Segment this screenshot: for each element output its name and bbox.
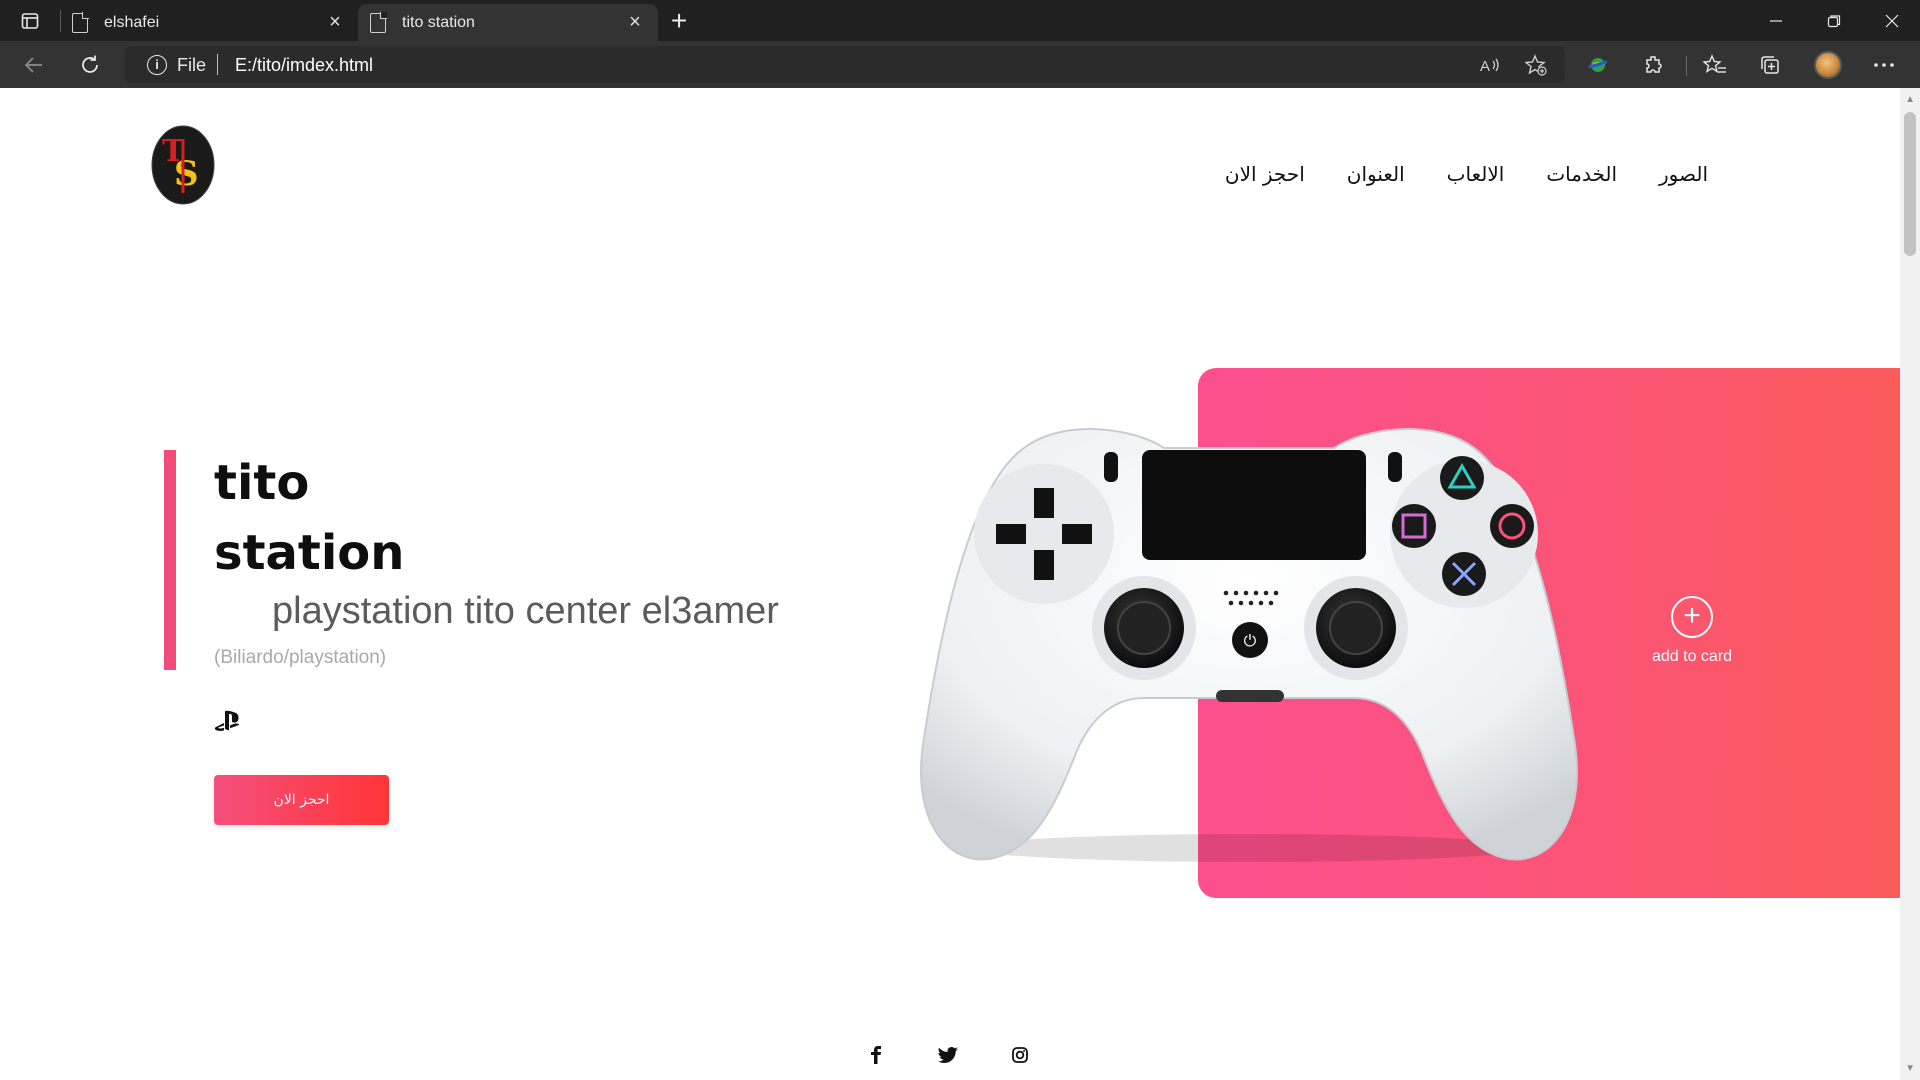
new-tab-button[interactable]: + (664, 6, 694, 36)
add-to-card-button[interactable]: + add to card (1652, 596, 1732, 666)
hero-title-line1: tito (214, 455, 310, 511)
svg-text:A: A (1480, 58, 1490, 75)
nav-services[interactable]: الخدمات (1546, 162, 1617, 186)
site-logo[interactable]: T S (151, 125, 215, 205)
add-to-card-label: add to card (1652, 648, 1733, 665)
nav-games[interactable]: الالعاب (1447, 162, 1505, 186)
nav-book-now[interactable]: احجز الان (1225, 162, 1305, 186)
page-icon (72, 11, 89, 33)
address-toolbar: i File E:/tito/imdex.html A (0, 41, 1920, 88)
social-links (864, 1043, 1032, 1067)
tab-tito-station[interactable]: tito station × (358, 4, 658, 41)
browser-tab-bar: elshafei × tito station × + (0, 0, 1920, 41)
back-button[interactable] (18, 49, 50, 81)
refresh-button[interactable] (74, 49, 106, 81)
playstation-icon (214, 710, 240, 732)
add-favorite-icon[interactable] (1523, 52, 1549, 78)
favorites-icon[interactable] (1699, 49, 1731, 81)
address-bar[interactable]: i File E:/tito/imdex.html A (125, 46, 1565, 83)
close-icon[interactable]: × (624, 11, 646, 34)
hero-title: tito station (214, 448, 474, 588)
tab-title: tito station (402, 13, 475, 31)
scroll-down-arrow[interactable]: ▼ (1905, 1063, 1915, 1074)
address-separator (217, 54, 218, 75)
main-nav: احجز الان العنوان الالعاب الخدمات الصور (1225, 162, 1708, 186)
restore-button[interactable] (1806, 0, 1862, 41)
info-icon[interactable]: i (147, 55, 167, 75)
scroll-thumb[interactable] (1904, 112, 1916, 256)
hero-tagline: (Biliardo/playstation) (214, 647, 387, 668)
hero-accent-bar (164, 450, 176, 670)
collections-icon[interactable] (1754, 49, 1786, 81)
hero-title-line2: station (214, 525, 405, 581)
close-icon[interactable]: × (324, 11, 346, 34)
book-now-button[interactable]: احجز الان (214, 775, 389, 825)
svg-text:S: S (174, 154, 199, 194)
minimize-button[interactable] (1748, 0, 1804, 41)
page-viewport: T S احجز الان العنوان الالعاب الخدمات ال… (0, 88, 1920, 1080)
toolbar-separator (1686, 56, 1687, 76)
more-options-icon[interactable] (1868, 49, 1900, 81)
tab-actions-icon[interactable] (14, 8, 46, 34)
read-aloud-icon[interactable]: A (1477, 52, 1503, 78)
plus-icon: + (1671, 596, 1714, 638)
nav-photos[interactable]: الصور (1659, 162, 1708, 186)
svg-text:⏻: ⏻ (1244, 631, 1257, 650)
close-window-button[interactable] (1864, 0, 1920, 41)
extension-globe-icon[interactable] (1582, 49, 1614, 81)
nav-address[interactable]: العنوان (1347, 162, 1405, 186)
facebook-icon[interactable] (864, 1043, 888, 1067)
vertical-scrollbar[interactable]: ▲ ▼ (1900, 88, 1920, 1080)
hero-subtitle: playstation tito center el3amer (272, 590, 779, 632)
instagram-icon[interactable] (1008, 1043, 1032, 1067)
twitter-icon[interactable] (936, 1043, 960, 1067)
url-text[interactable]: E:/tito/imdex.html (235, 55, 373, 76)
scheme-label: File (177, 55, 207, 75)
extensions-icon[interactable] (1638, 49, 1670, 81)
game-controller-image: ⏻ (920, 428, 1578, 862)
scroll-up-arrow[interactable]: ▲ (1905, 94, 1915, 105)
tab-title: elshafei (104, 13, 160, 31)
tab-elshafei[interactable]: elshafei × (60, 4, 358, 41)
profile-avatar[interactable] (1814, 51, 1842, 79)
page-icon (370, 11, 387, 33)
